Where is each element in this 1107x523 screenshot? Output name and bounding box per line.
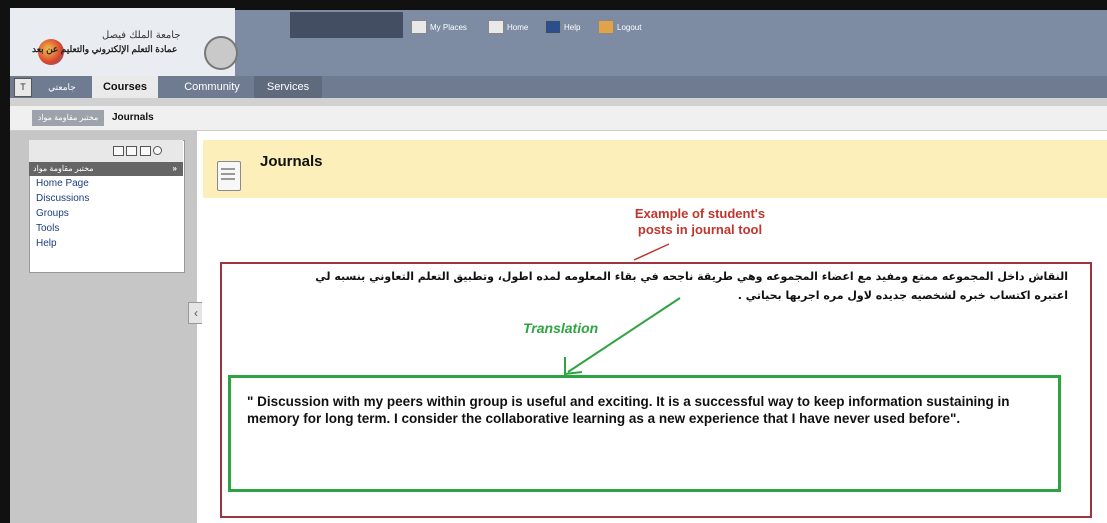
help-link[interactable]: Help — [545, 20, 580, 34]
home-link[interactable]: Home — [488, 20, 528, 34]
logo-deanship-name: عمادة التعلم الإلكتروني والتعليم عن بعد — [32, 44, 178, 54]
page-title-bar — [203, 140, 1107, 198]
sidebar-item-discussions[interactable]: Discussions — [36, 193, 89, 204]
my-places-icon — [411, 20, 427, 34]
list-view-icon[interactable] — [113, 146, 124, 156]
detail-view-icon[interactable] — [140, 146, 151, 156]
home-icon — [488, 20, 504, 34]
breadcrumb-current: Journals — [112, 112, 154, 123]
page-title: Journals — [260, 153, 323, 170]
course-menu-title: مختبر مقاومة مواد — [33, 164, 94, 173]
tab-divider — [10, 98, 1107, 106]
help-icon — [545, 20, 561, 34]
logo-university-name: جامعة الملك فيصل — [102, 30, 181, 41]
my-places-label: My Places — [430, 22, 467, 32]
tab-community[interactable]: Community — [172, 76, 252, 98]
settings-gear-icon[interactable] — [153, 146, 162, 155]
chevron-left-icon: ‹ — [194, 306, 198, 320]
logout-icon — [598, 20, 614, 34]
home-label: Home — [507, 22, 529, 32]
logout-link[interactable]: Logout — [598, 20, 641, 34]
tab-my-university[interactable]: جامعتي — [34, 76, 90, 98]
help-label: Help — [564, 22, 581, 32]
example-annotation: Example of student's posts in journal to… — [590, 206, 810, 238]
post-arabic-line2: اعتبره اكتساب خبره لشخصيه جديده لاول مره… — [737, 289, 1068, 302]
sidebar-item-help[interactable]: Help — [36, 238, 57, 249]
chevron-right-icon: » — [172, 164, 177, 173]
my-places-link[interactable]: My Places — [411, 20, 467, 34]
university-logo[interactable]: جامعة الملك فيصل عمادة التعلم الإلكتروني… — [10, 8, 238, 76]
left-frame — [0, 0, 10, 523]
sidebar-item-home-page[interactable]: Home Page — [36, 178, 89, 189]
tab-courses[interactable]: Courses — [92, 76, 158, 98]
tab-services[interactable]: Services — [254, 76, 322, 98]
folder-view-icon[interactable] — [126, 146, 137, 156]
course-menu-header[interactable]: مختبر مقاومة مواد » — [29, 162, 183, 176]
journal-icon — [217, 161, 241, 191]
breadcrumb — [10, 106, 1107, 131]
menu-toggle-icon[interactable]: T — [14, 78, 32, 97]
breadcrumb-course[interactable]: مختبر مقاومة مواد — [32, 110, 104, 126]
post-arabic-line1: النقاش داخل المجموعه ممتع ومفيد مع اعضاء… — [315, 270, 1068, 283]
sidebar-item-groups[interactable]: Groups — [36, 208, 69, 219]
sidebar-item-tools[interactable]: Tools — [36, 223, 59, 234]
logout-label: Logout — [617, 22, 642, 32]
translation-label: Translation — [523, 320, 599, 336]
example-annotation-line2: posts in journal tool — [637, 222, 763, 237]
example-annotation-line1: Example of student's — [634, 206, 766, 221]
translation-text: " Discussion with my peers within group … — [247, 394, 1010, 426]
header-banner-block — [290, 12, 403, 38]
university-seal-icon — [204, 36, 238, 70]
